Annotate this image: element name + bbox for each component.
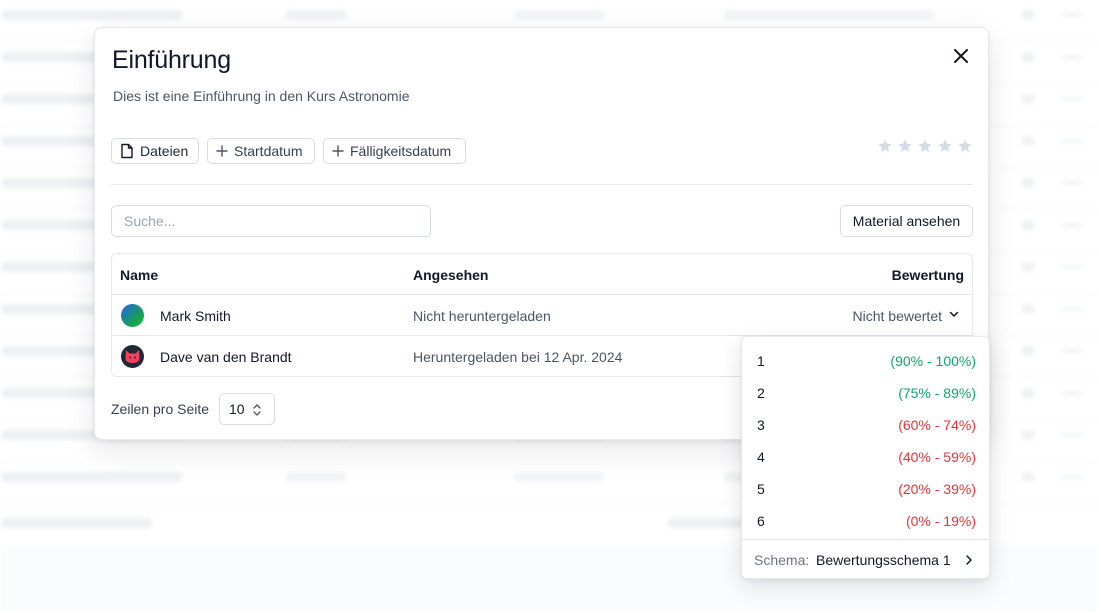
star-icon[interactable] [917, 138, 933, 154]
grade-number: 3 [757, 417, 765, 433]
rows-per-page-label: Zeilen pro Seite [111, 401, 210, 417]
plus-icon [216, 145, 228, 157]
student-name: Dave van den Brandt [160, 349, 292, 365]
star-rating[interactable] [877, 138, 973, 154]
rows-per-page-select[interactable]: 10 [219, 393, 275, 425]
chevron-up-down-icon [253, 404, 261, 416]
grade-option-1[interactable]: 1 (90% - 100%) [742, 341, 989, 373]
seen-status: Nicht heruntergeladen [413, 308, 551, 324]
grade-option-6[interactable]: 6 (0% - 19%) [742, 501, 989, 533]
column-header-rating[interactable]: Bewertung [892, 267, 964, 283]
grade-number: 2 [757, 385, 765, 401]
star-icon[interactable] [897, 138, 913, 154]
grade-range: (90% - 100%) [890, 353, 976, 369]
view-material-button[interactable]: Material ansehen [840, 205, 973, 237]
avatar [121, 345, 144, 368]
grade-option-4[interactable]: 4 (40% - 59%) [742, 437, 989, 469]
chevron-right-icon [966, 555, 972, 565]
add-due-date-button[interactable]: Fälligkeitsdatum [323, 138, 466, 164]
star-icon[interactable] [957, 138, 973, 154]
grade-number: 5 [757, 481, 765, 497]
grade-option-3[interactable]: 3 (60% - 74%) [742, 405, 989, 437]
student-name: Mark Smith [160, 308, 231, 324]
close-button[interactable] [950, 45, 972, 67]
schema-label: Schema: [754, 552, 810, 568]
column-header-name[interactable]: Name [120, 267, 158, 283]
files-label: Dateien [140, 143, 189, 159]
rating-select[interactable]: Nicht bewertet [853, 308, 942, 324]
plus-icon [332, 145, 344, 157]
grade-range: (60% - 74%) [898, 417, 976, 433]
dialog-description: Dies ist eine Einführung in den Kurs Ast… [113, 88, 410, 104]
due-date-label: Fälligkeitsdatum [350, 143, 452, 159]
divider [111, 184, 973, 185]
grade-number: 6 [757, 513, 765, 529]
grade-dropdown: 1 (90% - 100%) 2 (75% - 89%) 3 (60% - 74… [741, 336, 990, 579]
file-icon [121, 143, 133, 159]
seen-status: Heruntergeladen bei 12 Apr. 2024 [413, 349, 623, 365]
grade-range: (75% - 89%) [898, 385, 976, 401]
grade-number: 1 [757, 353, 765, 369]
grade-option-2[interactable]: 2 (75% - 89%) [742, 373, 989, 405]
rows-per-page-value: 10 [229, 401, 245, 417]
grade-range: (0% - 19%) [905, 513, 976, 529]
column-header-seen[interactable]: Angesehen [413, 267, 488, 283]
search-input[interactable] [111, 205, 431, 237]
start-date-label: Startdatum [234, 143, 303, 159]
table-header-row: Name Angesehen Bewertung [112, 254, 972, 295]
files-button[interactable]: Dateien [111, 138, 199, 164]
close-icon [954, 49, 968, 63]
grade-range: (20% - 39%) [898, 481, 976, 497]
grade-number: 4 [757, 449, 765, 465]
dialog-title: Einführung [112, 46, 231, 74]
schema-value: Bewertungsschema 1 [816, 552, 951, 568]
grade-range: (40% - 59%) [898, 449, 976, 465]
grading-schema-submenu[interactable]: Schema: Bewertungsschema 1 [742, 540, 989, 578]
cat-icon [125, 350, 140, 363]
star-icon[interactable] [877, 138, 893, 154]
table-row[interactable]: Mark Smith Nicht heruntergeladen Nicht b… [112, 295, 972, 336]
chevron-down-icon[interactable] [948, 308, 960, 320]
star-icon[interactable] [937, 138, 953, 154]
avatar [121, 304, 144, 327]
grade-option-5[interactable]: 5 (20% - 39%) [742, 469, 989, 501]
add-start-date-button[interactable]: Startdatum [207, 138, 315, 164]
